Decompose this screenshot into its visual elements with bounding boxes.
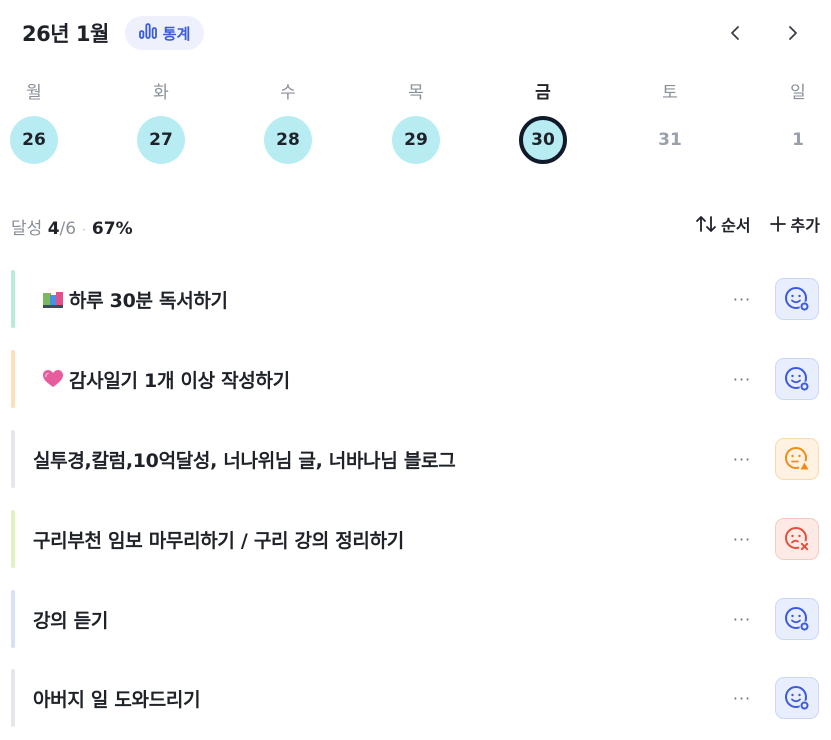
task-label: 하루 30분 독서하기 bbox=[69, 289, 228, 312]
more-options-button[interactable]: ··· bbox=[727, 530, 757, 549]
sad-face-x-icon bbox=[785, 527, 810, 552]
heart-icon bbox=[41, 367, 65, 391]
task-color-bar bbox=[11, 430, 15, 488]
list-actions: 순서 추가 bbox=[695, 212, 820, 236]
task-item[interactable]: 감사일기 1개 이상 작성하기 ··· bbox=[11, 350, 821, 408]
bar-chart-icon bbox=[138, 23, 157, 43]
month-title: 26년 1월 bbox=[22, 22, 109, 46]
more-options-button[interactable]: ··· bbox=[727, 370, 757, 389]
books-icon bbox=[41, 287, 65, 311]
achievement-percent: 67% bbox=[91, 219, 133, 239]
summary-separator: · bbox=[82, 223, 86, 237]
sort-arrows-icon bbox=[696, 216, 716, 232]
weekday-sat: 토 bbox=[662, 83, 678, 103]
achievement-label: 달성 bbox=[11, 219, 43, 239]
task-color-bar bbox=[11, 590, 15, 648]
date-1[interactable]: 1 bbox=[774, 116, 822, 164]
status-failed-button[interactable] bbox=[775, 518, 819, 560]
date-26[interactable]: 26 bbox=[10, 116, 58, 164]
sort-button[interactable]: 순서 bbox=[695, 212, 751, 236]
stats-button[interactable]: 통계 bbox=[124, 16, 205, 50]
date-30-today[interactable]: 30 bbox=[519, 116, 567, 164]
date-31[interactable]: 31 bbox=[646, 116, 694, 164]
task-color-bar bbox=[11, 350, 15, 408]
smile-check-icon bbox=[785, 607, 810, 632]
task-color-bar bbox=[11, 270, 15, 328]
chevron-right-icon bbox=[789, 26, 797, 40]
weekday-thu: 목 bbox=[408, 83, 424, 103]
total-count: /6 bbox=[59, 219, 77, 239]
next-week-button[interactable] bbox=[776, 16, 810, 50]
task-item[interactable]: 실투경,칼럼,10억달성, 너나위님 글, 너바나님 블로그 ··· bbox=[11, 430, 821, 488]
task-label: 실투경,칼럼,10억달성, 너나위님 글, 너바나님 블로그 bbox=[33, 449, 456, 472]
weekday-tue: 화 bbox=[153, 83, 169, 103]
task-color-bar bbox=[11, 669, 15, 727]
sort-label: 순서 bbox=[721, 216, 751, 235]
task-label: 감사일기 1개 이상 작성하기 bbox=[69, 369, 290, 392]
weekday-fri: 금 bbox=[535, 83, 551, 103]
done-count: 4 bbox=[47, 219, 60, 239]
more-options-button[interactable]: ··· bbox=[727, 610, 757, 629]
prev-week-button[interactable] bbox=[718, 16, 752, 50]
stats-label: 통계 bbox=[162, 24, 191, 43]
more-options-button[interactable]: ··· bbox=[727, 290, 757, 309]
status-done-button[interactable] bbox=[775, 598, 819, 640]
task-item[interactable]: 아버지 일 도와드리기 ··· bbox=[11, 669, 821, 727]
status-done-button[interactable] bbox=[775, 278, 819, 320]
calendar-header: 26년 1월 통계 bbox=[22, 16, 205, 50]
achievement-summary: 달성 4/6 · 67% bbox=[11, 214, 133, 239]
task-item[interactable]: 하루 30분 독서하기 ··· bbox=[11, 270, 821, 328]
more-options-button[interactable]: ··· bbox=[727, 689, 757, 708]
date-27[interactable]: 27 bbox=[137, 116, 185, 164]
status-partial-button[interactable] bbox=[775, 438, 819, 480]
date-29[interactable]: 29 bbox=[392, 116, 440, 164]
smile-check-icon bbox=[785, 367, 810, 392]
more-options-button[interactable]: ··· bbox=[727, 450, 757, 469]
task-item[interactable]: 강의 듣기 ··· bbox=[11, 590, 821, 648]
add-label: 추가 bbox=[790, 216, 820, 235]
weekday-sun: 일 bbox=[790, 83, 806, 103]
smile-check-icon bbox=[785, 287, 810, 312]
status-done-button[interactable] bbox=[775, 677, 819, 719]
task-item[interactable]: 구리부천 임보 마무리하기 / 구리 강의 정리하기 ··· bbox=[11, 510, 821, 568]
task-label: 구리부천 임보 마무리하기 / 구리 강의 정리하기 bbox=[33, 529, 404, 552]
neutral-face-warning-icon bbox=[785, 447, 810, 472]
add-task-button[interactable]: 추가 bbox=[769, 212, 820, 236]
task-label: 강의 듣기 bbox=[33, 609, 109, 632]
chevron-left-icon bbox=[731, 26, 739, 40]
weekday-wed: 수 bbox=[280, 83, 296, 103]
status-done-button[interactable] bbox=[775, 358, 819, 400]
smile-check-icon bbox=[785, 686, 810, 711]
date-28[interactable]: 28 bbox=[264, 116, 312, 164]
task-color-bar bbox=[11, 510, 15, 568]
plus-icon bbox=[769, 216, 786, 232]
weekday-mon: 월 bbox=[26, 83, 42, 103]
task-label: 아버지 일 도와드리기 bbox=[33, 688, 201, 711]
